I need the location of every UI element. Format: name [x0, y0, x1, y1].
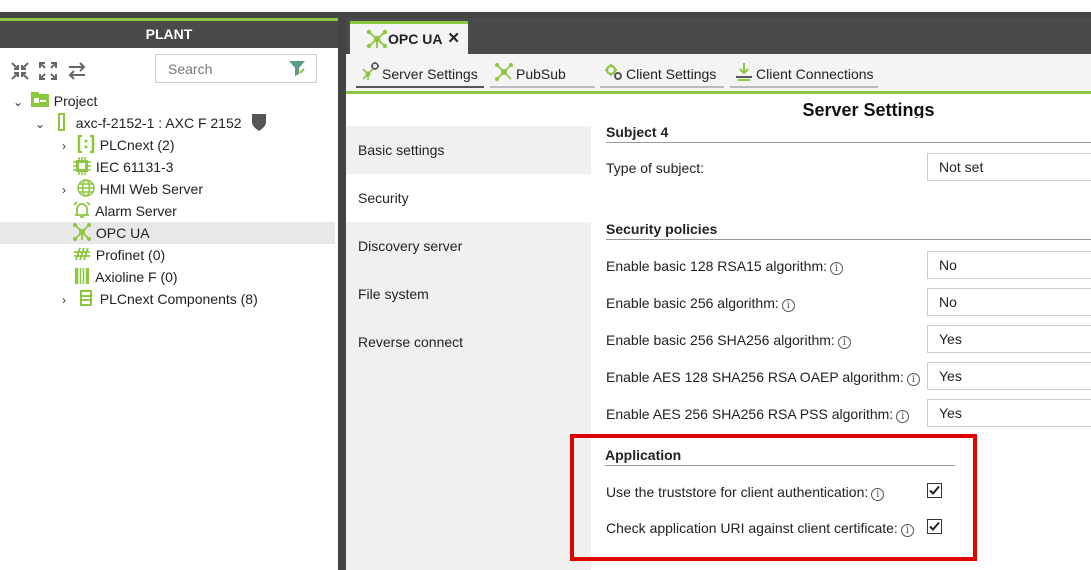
tree-item-opcua[interactable]: OPC UA: [0, 222, 335, 244]
subtab-server-settings[interactable]: Server Settings: [356, 62, 484, 88]
chevron-down-icon[interactable]: ⌄: [10, 91, 26, 113]
tree-item-controller[interactable]: ⌄ axc-f-2152-1 : AXC F 2152: [32, 112, 269, 134]
expand-all-icon[interactable]: [37, 60, 59, 82]
download-connections-icon: [736, 63, 752, 81]
profinet-icon: [74, 247, 90, 261]
opcua-network-icon: [366, 29, 388, 49]
nav-basic-settings[interactable]: Basic settings: [346, 126, 591, 174]
collapse-all-icon[interactable]: [9, 60, 31, 82]
editor-tabstrip: OPC UA ✕: [346, 18, 1091, 54]
tree-item-label: HMI Web Server: [99, 181, 203, 197]
shield-icon: [252, 114, 267, 131]
project-icon: [30, 92, 49, 107]
tree-item-hmi[interactable]: › HMI Web Server: [56, 178, 203, 200]
policy-label: Enable basic 256 algorithm: i: [606, 295, 795, 312]
type-of-subject-select[interactable]: Not set: [927, 153, 1091, 181]
gears-icon: [605, 64, 622, 80]
tree-item-project[interactable]: ⌄ Project: [10, 90, 97, 112]
subtab-client-connections[interactable]: Client Connections: [730, 63, 878, 88]
tree-item-profinet[interactable]: Profinet (0): [72, 244, 165, 266]
tree-item-label: Axioline F (0): [95, 269, 178, 285]
policy-select[interactable]: Yes: [927, 325, 1091, 353]
globe-icon: [77, 179, 95, 197]
plcnext-icon: [77, 135, 95, 153]
tree-item-label: PLCnext (2): [99, 137, 175, 153]
components-icon: [79, 290, 92, 306]
panel-splitter[interactable]: [338, 18, 346, 570]
tree-item-components[interactable]: › PLCnext Components (8): [56, 288, 258, 310]
window-top-strip: [0, 0, 1091, 12]
info-icon[interactable]: i: [830, 262, 844, 275]
highlight-box: [570, 434, 977, 561]
section-heading-subject: Subject 4: [606, 124, 1091, 143]
tree-item-axioline[interactable]: Axioline F (0): [72, 266, 178, 288]
tree-item-alarm[interactable]: Alarm Server: [72, 200, 177, 222]
policy-select[interactable]: Yes: [927, 362, 1091, 390]
chevron-down-icon[interactable]: ⌄: [32, 113, 48, 135]
tree-item-plcnext[interactable]: › PLCnext (2): [56, 134, 174, 156]
plant-header: PLANT: [0, 18, 338, 48]
tree-item-label: axc-f-2152-1 : AXC F 2152: [75, 115, 242, 131]
tree-item-label: IEC 61131-3: [95, 159, 174, 175]
search-input[interactable]: [156, 55, 276, 82]
policy-select[interactable]: Yes: [927, 399, 1091, 427]
chip-icon: [73, 157, 91, 175]
close-icon[interactable]: ✕: [447, 24, 460, 54]
policy-label: Enable basic 256 SHA256 algorithm: i: [606, 332, 851, 349]
tree-item-iec[interactable]: IEC 61131-3: [72, 156, 173, 178]
tree-item-label: OPC UA: [95, 225, 150, 241]
subtab-label: PubSub: [516, 66, 566, 82]
nav-reverse-connect[interactable]: Reverse connect: [346, 318, 591, 366]
filter-icon[interactable]: [288, 59, 306, 77]
server-settings-icon: [362, 62, 379, 80]
chevron-right-icon[interactable]: ›: [56, 135, 72, 157]
policy-label: Enable AES 256 SHA256 RSA PSS algorithm:…: [606, 406, 910, 423]
subtab-client-settings[interactable]: Client Settings: [600, 64, 724, 88]
nav-security[interactable]: Security: [346, 174, 591, 222]
chevron-right-icon[interactable]: ›: [56, 289, 72, 311]
nav-discovery-server[interactable]: Discovery server: [346, 222, 591, 270]
sync-arrows-icon[interactable]: [66, 60, 88, 82]
subtab-bar: Server Settings PubSub Client Settings C…: [346, 54, 1091, 94]
opcua-network-icon: [73, 223, 91, 241]
tree-item-label: PLCnext Components (8): [99, 291, 258, 307]
info-icon[interactable]: i: [837, 336, 851, 349]
plant-search[interactable]: [155, 54, 317, 83]
chevron-right-icon[interactable]: ›: [56, 179, 72, 201]
subtab-label: Client Settings: [626, 66, 717, 82]
info-icon[interactable]: i: [896, 410, 910, 423]
bell-icon: [73, 201, 91, 218]
section-heading-policies: Security policies: [606, 221, 1091, 240]
info-icon[interactable]: i: [781, 299, 795, 312]
tab-opcua[interactable]: OPC UA ✕: [350, 21, 468, 54]
tab-label: OPC UA: [388, 31, 443, 47]
type-of-subject-label: Type of subject:: [606, 160, 705, 176]
plant-panel: PLANT ⌄ Project ⌄ axc-f-2152-1 : AXC F 2…: [0, 18, 338, 570]
policy-select[interactable]: No: [927, 251, 1091, 279]
subtab-label: Client Connections: [756, 66, 874, 82]
policy-label: Enable AES 128 SHA256 RSA OAEP algorithm…: [606, 369, 920, 386]
subtab-pubsub[interactable]: PubSub: [490, 63, 595, 88]
pubsub-icon: [495, 63, 513, 81]
info-icon[interactable]: i: [906, 373, 920, 386]
tree-item-label: Project: [53, 93, 98, 109]
nav-file-system[interactable]: File system: [346, 270, 591, 318]
tree-item-label: Profinet (0): [95, 247, 166, 263]
axioline-icon: [75, 268, 89, 284]
subtab-label: Server Settings: [382, 66, 478, 82]
tree-item-label: Alarm Server: [95, 203, 177, 219]
controller-icon: [57, 113, 65, 131]
plant-toolbar: [0, 48, 338, 92]
policy-select[interactable]: No: [927, 288, 1091, 316]
policy-label: Enable basic 128 RSA15 algorithm: i: [606, 258, 844, 275]
settings-nav: Basic settings Security Discovery server…: [346, 126, 591, 570]
